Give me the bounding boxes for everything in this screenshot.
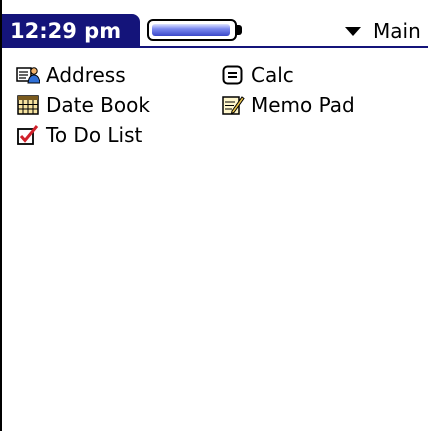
calculator-icon — [221, 63, 245, 87]
app-calc[interactable]: Calc — [221, 61, 294, 89]
todo-checkbox-icon — [16, 123, 40, 147]
battery-level — [152, 24, 230, 36]
app-label: Address — [46, 63, 126, 87]
memo-pad-icon — [221, 93, 245, 117]
app-datebook[interactable]: Date Book — [16, 91, 150, 119]
app-label: Calc — [251, 63, 294, 87]
screen-edge — [0, 0, 2, 431]
calendar-icon — [16, 93, 40, 117]
app-memopad[interactable]: Memo Pad — [221, 91, 355, 119]
title-underline — [2, 46, 428, 48]
address-book-icon — [16, 63, 41, 87]
app-label: To Do List — [46, 123, 143, 147]
app-label: Date Book — [46, 93, 150, 117]
category-label: Main — [373, 19, 421, 43]
battery-gauge[interactable] — [147, 19, 237, 41]
app-label: Memo Pad — [251, 93, 355, 117]
battery-terminal — [237, 25, 242, 35]
app-address[interactable]: Address — [16, 61, 126, 89]
clock[interactable]: 12:29 pm — [2, 14, 140, 48]
category-picker[interactable]: Main — [345, 16, 421, 46]
dropdown-triangle-icon — [345, 26, 361, 36]
title-bar: 12:29 pm Main — [0, 0, 428, 50]
app-todo[interactable]: To Do List — [16, 121, 142, 149]
